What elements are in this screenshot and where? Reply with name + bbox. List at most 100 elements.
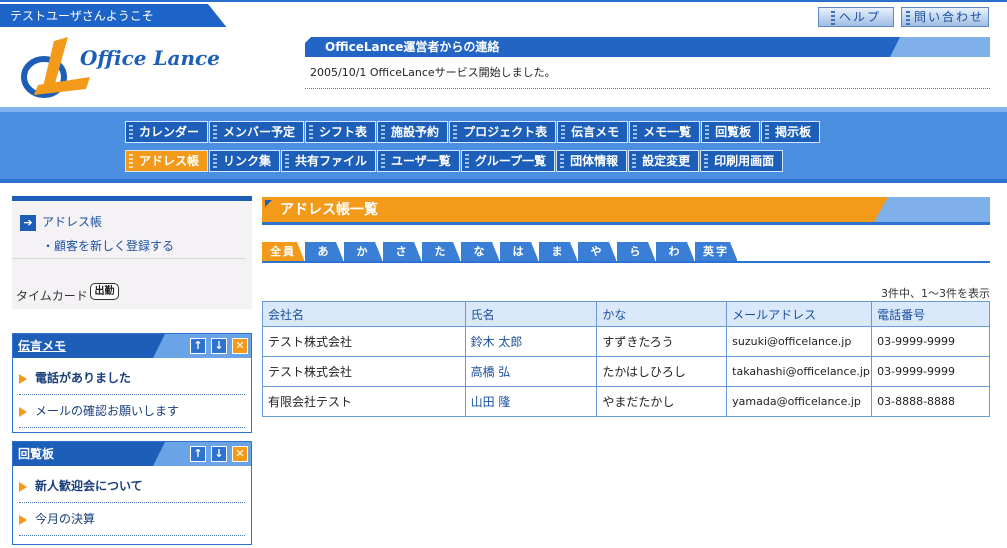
tab-index-8[interactable]: や — [578, 242, 617, 262]
menu-item-r1-7[interactable]: 回覧板 — [701, 121, 761, 143]
menu-item-r1-8[interactable]: 掲示板 — [761, 121, 821, 143]
kana-cell: やまだたかし — [596, 386, 728, 417]
memo-item-label: 電話がありました — [35, 371, 132, 385]
grip-icon — [381, 154, 386, 168]
circular-item[interactable]: 今月の決算 — [19, 503, 245, 536]
page-title-bar: アドレス帳一覧 — [262, 197, 990, 225]
company-cell: 有限会社テスト — [262, 386, 466, 417]
menu-row-2: アドレス帳 リンク集 共有ファイル ユーザ一覧 グループ一覧 団体情報 設定変更 印刷用画面 — [125, 150, 784, 172]
memo-item[interactable]: 電話がありました — [19, 362, 245, 395]
title-bar-tail — [874, 197, 990, 222]
tab-index-7[interactable]: ま — [539, 242, 578, 262]
column-header: 会社名 — [262, 301, 466, 327]
index-tabs: 全員あかさたなはまやらわ英字 — [262, 242, 738, 262]
menu-item-label: 施設予約 — [391, 125, 440, 139]
circular-item[interactable]: 新人歓迎会について — [19, 470, 245, 503]
triangle-right-icon — [19, 482, 27, 492]
menu-item-label: リンク集 — [223, 154, 272, 168]
circular-item-label: 今月の決算 — [35, 512, 96, 526]
menu-item-r2-5[interactable]: 団体情報 — [556, 150, 628, 172]
menu-item-r1-3[interactable]: 施設予約 — [377, 121, 449, 143]
menu-item-r2-6[interactable]: 設定変更 — [628, 150, 700, 172]
addressbook-link-label: アドレス帳 — [42, 215, 103, 229]
menu-item-r1-1[interactable]: メンバー予定 — [209, 121, 305, 143]
column-header: かな — [596, 301, 728, 327]
arrow-right-icon: ➔ — [20, 214, 36, 231]
grip-icon — [830, 10, 835, 25]
notice-header: OfficeLance運営者からの連絡 — [305, 37, 990, 57]
tab-index-0[interactable]: 全員 — [262, 242, 305, 262]
divider — [12, 258, 246, 259]
help-button[interactable]: ヘルプ — [818, 7, 894, 27]
menu-item-r2-0[interactable]: アドレス帳 — [125, 150, 209, 172]
tab-index-5[interactable]: な — [461, 242, 500, 262]
menu-item-r1-0[interactable]: カレンダー — [125, 121, 209, 143]
office-lance-logo[interactable]: Office Lance — [20, 35, 260, 99]
menu-item-label: メンバー予定 — [223, 125, 296, 139]
addressbook-link[interactable]: ➔ アドレス帳 — [20, 213, 102, 231]
contact-button[interactable]: 問い合わせ — [901, 7, 989, 27]
logo-graphic: Office Lance — [21, 37, 220, 98]
tab-index-10[interactable]: わ — [656, 242, 695, 262]
triangle-right-icon — [19, 407, 27, 417]
tab-index-11[interactable]: 英字 — [695, 242, 738, 262]
tab-index-4[interactable]: た — [422, 242, 461, 262]
email-cell: takahashi@officelance.jp — [726, 356, 873, 387]
table-header-row: 会社名 氏名 かな メールアドレス 電話番号 — [262, 301, 990, 327]
menu-item-label: 印刷用画面 — [714, 154, 775, 168]
email-cell: yamada@officelance.jp — [726, 386, 873, 417]
close-icon[interactable]: ✕ — [232, 338, 248, 354]
person-name-link[interactable]: 高橋 弘 — [464, 356, 598, 387]
menu-item-r1-6[interactable]: メモ一覧 — [629, 121, 701, 143]
menu-item-r1-5[interactable]: 伝言メモ — [557, 121, 629, 143]
tab-index-2[interactable]: か — [344, 242, 383, 262]
menu-item-label: 伝言メモ — [571, 125, 620, 139]
person-name-link[interactable]: 山田 隆 — [464, 386, 598, 417]
tab-index-3[interactable]: さ — [383, 242, 422, 262]
company-cell: テスト株式会社 — [262, 356, 466, 387]
column-header: 電話番号 — [871, 301, 990, 327]
new-customer-link[interactable]: ・顧客を新しく登録する — [42, 237, 174, 254]
memo-item-label: メールの確認お願いします — [35, 404, 180, 418]
main-menu: カレンダー メンバー予定 シフト表 施設予約 プロジェクト表 伝言メモ メモ一覧 回覧板 掲示板… — [0, 107, 1007, 183]
table-row: テスト株式会社 高橋 弘たかはしひろし takahashi@officelance.… — [262, 356, 990, 387]
tab-index-9[interactable]: ら — [617, 242, 656, 262]
menu-item-r2-3[interactable]: ユーザ一覧 — [377, 150, 460, 172]
clockin-button[interactable]: 出勤 — [90, 283, 119, 300]
circular-item-label: 新人歓迎会について — [35, 479, 143, 493]
memo-item[interactable]: メールの確認お願いします — [19, 395, 245, 428]
menu-item-label: カレンダー — [139, 125, 200, 139]
tab-index-1[interactable]: あ — [305, 242, 344, 262]
triangle-right-icon — [19, 515, 27, 525]
menu-item-label: 設定変更 — [642, 154, 691, 168]
grip-icon — [633, 125, 638, 139]
svg-text:Office Lance: Office Lance — [80, 46, 220, 70]
memo-panel-title[interactable]: 伝言メモ — [18, 339, 66, 353]
menu-item-r1-4[interactable]: プロジェクト表 — [449, 121, 557, 143]
move-down-icon[interactable]: ↓ — [211, 338, 227, 354]
memo-panel-header: 伝言メモ ↑ ↓ ✕ — [13, 334, 251, 358]
move-up-icon[interactable]: ↑ — [190, 338, 206, 354]
move-down-icon[interactable]: ↓ — [211, 446, 227, 462]
menu-item-label: メモ一覧 — [643, 125, 692, 139]
menu-item-r1-2[interactable]: シフト表 — [305, 121, 377, 143]
tab-index-6[interactable]: は — [500, 242, 539, 262]
grip-icon — [765, 125, 770, 139]
move-up-icon[interactable]: ↑ — [190, 446, 206, 462]
person-name-link[interactable]: 鈴木 太郎 — [464, 326, 598, 357]
grip-icon — [561, 125, 566, 139]
circular-panel-title[interactable]: 回覧板 — [18, 447, 54, 461]
menu-item-r2-2[interactable]: 共有ファイル — [281, 150, 377, 172]
menu-item-r2-7[interactable]: 印刷用画面 — [700, 150, 784, 172]
menu-item-r2-1[interactable]: リンク集 — [209, 150, 281, 172]
phone-cell: 03-9999-9999 — [871, 356, 990, 387]
circular-panel: 回覧板 ↑ ↓ ✕ 新人歓迎会について 今月の決算 — [12, 441, 252, 545]
memo-panel: 伝言メモ ↑ ↓ ✕ 電話がありました メールの確認お願いします — [12, 333, 252, 433]
circular-panel-header: 回覧板 ↑ ↓ ✕ — [13, 442, 251, 466]
menu-item-label: 共有ファイル — [295, 154, 368, 168]
kana-cell: たかはしひろし — [596, 356, 728, 387]
menu-item-r2-4[interactable]: グループ一覧 — [460, 150, 556, 172]
top-bar: テストユーザさんようこそ ヘルプ 問い合わせ — [0, 0, 1007, 29]
close-icon[interactable]: ✕ — [232, 446, 248, 462]
grip-icon — [285, 154, 290, 168]
